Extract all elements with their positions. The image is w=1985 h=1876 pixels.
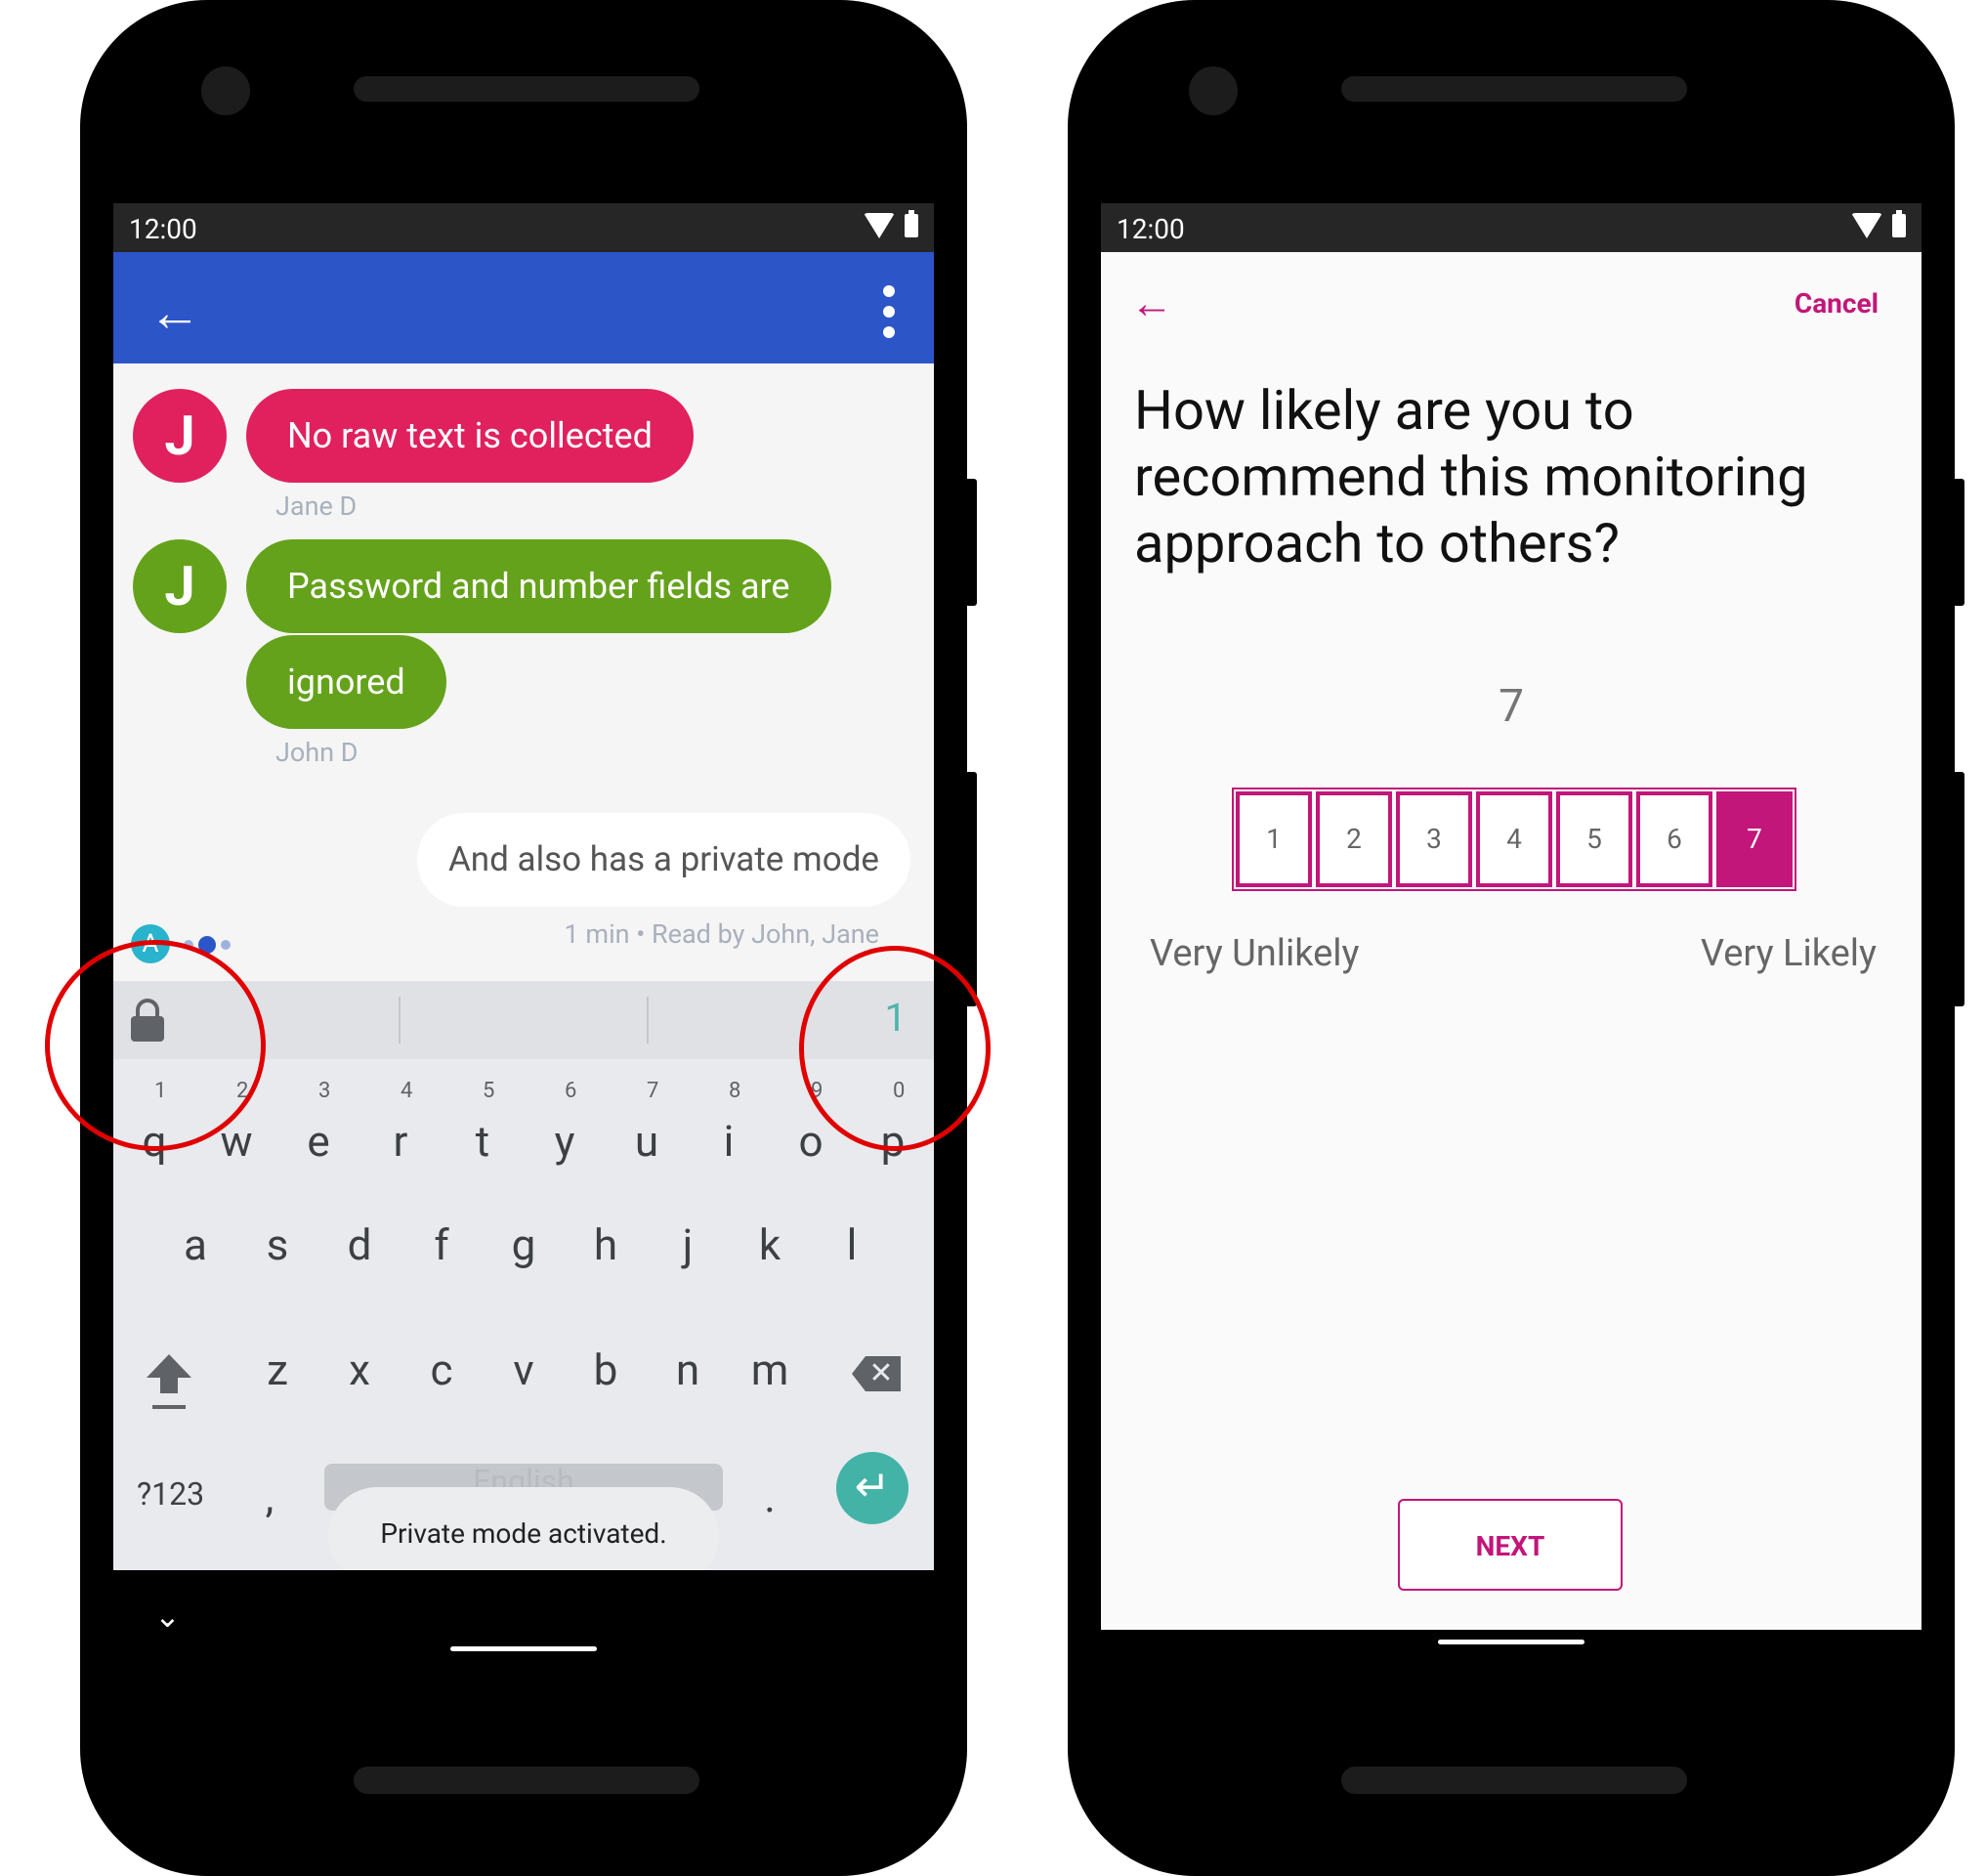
key-hint: 5 [483,1079,495,1103]
enter-key[interactable]: ↵ [836,1452,908,1524]
chevron-down-icon[interactable]: ⌄ [154,1598,181,1635]
rating-scale: 1 2 3 4 5 6 7 [1232,788,1796,891]
status-bar: 12:00 [1101,203,1922,252]
key-k[interactable]: k [740,1219,799,1270]
more-options-icon[interactable] [883,285,895,338]
rating-option-4[interactable]: 4 [1476,791,1552,887]
rating-option-2[interactable]: 2 [1316,791,1392,887]
high-label: Very Likely [1700,932,1877,975]
front-camera [201,66,250,115]
app-bar: ← [113,252,934,363]
phone-frame-left: 12:00 ← J No raw text is collected Jane … [80,0,977,1876]
key-hint: 7 [647,1079,659,1103]
back-arrow-icon[interactable]: ← [148,287,201,340]
read-receipt: 1 min • Read by John, Jane [564,918,879,950]
divider [399,997,401,1044]
wifi-icon [864,213,895,238]
key-a[interactable]: a [166,1219,225,1270]
chat-screen: 12:00 ← J No raw text is collected Jane … [113,203,934,1664]
avatar[interactable]: J [133,539,227,633]
enter-icon: ↵ [854,1461,891,1512]
home-indicator[interactable] [1438,1640,1584,1644]
key-hint: 4 [401,1079,413,1103]
battery-icon [905,210,918,237]
survey-page: ← Cancel How likely are you to recommend… [1101,252,1922,1630]
battery-icon [1892,210,1906,237]
low-label: Very Unlikely [1150,932,1360,975]
key-g[interactable]: g [494,1219,553,1270]
rating-option-6[interactable]: 6 [1636,791,1712,887]
key-z[interactable]: z [248,1344,307,1395]
earpiece-speaker [354,76,699,102]
key-j[interactable]: j [658,1219,717,1270]
status-time: 12:00 [1117,213,1185,245]
my-message-bubble[interactable]: And also has a private mode [416,813,910,907]
front-camera [1189,66,1238,115]
backspace-icon[interactable]: ✕ [852,1356,901,1391]
key-s[interactable]: s [248,1219,307,1270]
earpiece-speaker [1341,76,1687,102]
power-button [965,479,977,606]
period-key[interactable]: . [740,1471,799,1522]
volume-button [965,772,977,1006]
sender-name: John D [275,737,359,768]
cancel-button[interactable]: Cancel [1795,287,1879,320]
sender-name: Jane D [275,490,358,522]
key-y[interactable]: y6 [535,1079,594,1167]
message-bubble[interactable]: Password and number fields are [246,539,831,633]
divider [647,997,649,1044]
avatar[interactable]: J [133,389,227,483]
rating-option-5[interactable]: 5 [1556,791,1632,887]
volume-button [1953,772,1964,1006]
key-i[interactable]: i8 [699,1079,758,1167]
comma-key[interactable]: , [240,1471,299,1522]
key-t[interactable]: t5 [453,1079,512,1167]
rating-option-1[interactable]: 1 [1236,791,1312,887]
bottom-speaker [354,1767,699,1794]
navigation-bar [1101,1630,1922,1664]
power-button [1953,479,1964,606]
key-x[interactable]: x [330,1344,389,1395]
status-time: 12:00 [129,213,197,245]
survey-screen: 12:00 ← Cancel How likely are you to rec… [1101,203,1922,1664]
next-button[interactable]: NEXT [1398,1499,1623,1591]
key-m[interactable]: m [740,1344,799,1395]
key-d[interactable]: d [330,1219,389,1270]
back-arrow-icon[interactable]: ← [1130,277,1173,328]
home-indicator[interactable] [450,1646,597,1651]
wifi-icon [1851,213,1882,238]
selected-value: 7 [1499,680,1524,733]
message-list: J No raw text is collected Jane D J Pass… [113,363,934,981]
message-bubble[interactable]: No raw text is collected [246,389,694,483]
key-hint: 8 [729,1079,741,1103]
rating-option-7[interactable]: 7 [1716,791,1793,887]
key-v[interactable]: v [494,1344,553,1395]
key-f[interactable]: f [412,1219,471,1270]
key-e[interactable]: e3 [289,1079,348,1167]
key-hint: 3 [318,1079,331,1103]
highlight-ring-lock [45,940,266,1151]
rating-option-3[interactable]: 3 [1396,791,1472,887]
key-hint: 6 [565,1079,577,1103]
bottom-speaker [1341,1767,1687,1794]
key-u[interactable]: u7 [617,1079,676,1167]
key-b[interactable]: b [576,1344,635,1395]
key-r[interactable]: r4 [371,1079,430,1167]
key-h[interactable]: h [576,1219,635,1270]
phone-frame-right: 12:00 ← Cancel How likely are you to rec… [1068,0,1964,1876]
key-c[interactable]: c [412,1344,471,1395]
navigation-bar: ⌄ [113,1570,934,1664]
symbols-key[interactable]: ?123 [137,1475,204,1513]
survey-question: How likely are you to recommend this mon… [1134,378,1808,576]
shift-icon[interactable] [145,1352,193,1411]
status-bar: 12:00 [113,203,934,252]
key-n[interactable]: n [658,1344,717,1395]
key-l[interactable]: l [823,1219,881,1270]
message-bubble-continued[interactable]: ignored [246,635,446,729]
highlight-ring-number [799,946,991,1151]
